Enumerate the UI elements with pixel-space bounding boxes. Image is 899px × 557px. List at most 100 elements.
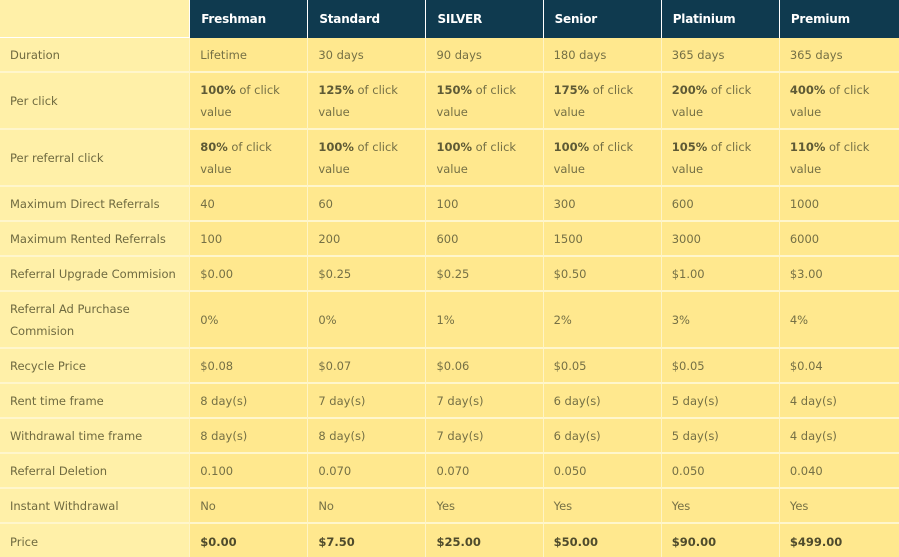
table-cell: 4% [779, 292, 899, 349]
row-label: Duration [0, 38, 191, 73]
row-label: Withdrawal time frame [0, 419, 191, 454]
table-cell: 125% of click value [308, 73, 427, 130]
row-label: Per referral click [0, 130, 191, 187]
table-cell: $0.07 [308, 349, 427, 384]
row-label: Rent time frame [0, 384, 191, 419]
plan-header-platinium: Platinium [661, 0, 780, 38]
table-cell: 180 days [543, 38, 662, 73]
percent-value: 105% [671, 139, 708, 154]
table-cell: 3000 [661, 222, 780, 257]
table-cell: $0.25 [426, 257, 544, 292]
table-cell: $0.50 [543, 257, 662, 292]
row-label: Referral Upgrade Commision [0, 257, 191, 292]
price-cell: $50.00 [543, 524, 662, 557]
percent-value: 110% [789, 139, 826, 154]
price-cell: $0.00 [190, 524, 309, 557]
percent-value: 175% [553, 82, 590, 97]
table-cell: $0.25 [308, 257, 427, 292]
table-cell: 0% [190, 292, 309, 349]
table-cell: 8 day(s) [190, 419, 309, 454]
percent-value: 100% [553, 139, 590, 154]
table-cell: 2% [543, 292, 662, 349]
table-row-referral-upgrade-commision: Referral Upgrade Commision $0.00 $0.25 $… [0, 257, 899, 292]
plan-header-senior: Senior [543, 0, 662, 38]
header-corner-cell [0, 0, 191, 38]
percent-value: 200% [671, 82, 708, 97]
table-row-duration: Duration Lifetime 30 days 90 days 180 da… [0, 38, 899, 73]
table-cell: $1.00 [661, 257, 780, 292]
table-cell: Yes [543, 489, 662, 524]
membership-comparison-table: Freshman Standard SILVER Senior Platiniu… [0, 0, 899, 557]
table-cell: No [308, 489, 427, 524]
table-cell: 80% of click value [190, 130, 309, 187]
row-label: Recycle Price [0, 349, 191, 384]
price-cell: $499.00 [779, 524, 899, 557]
table-cell: 1% [426, 292, 544, 349]
table-cell: 100 [190, 222, 309, 257]
table-cell: 105% of click value [661, 130, 780, 187]
table-cell: 60 [308, 187, 427, 222]
table-cell: 150% of click value [426, 73, 544, 130]
table-row-withdrawal-time-frame: Withdrawal time frame 8 day(s) 8 day(s) … [0, 419, 899, 454]
table-cell: 4 day(s) [779, 384, 899, 419]
table-cell: 90 days [426, 38, 544, 73]
table-cell: 100% of click value [190, 73, 309, 130]
table-cell: 5 day(s) [661, 419, 780, 454]
row-label: Instant Withdrawal [0, 489, 191, 524]
table-cell: Yes [779, 489, 899, 524]
price-cell: $7.50 [308, 524, 427, 557]
table-row-referral-deletion: Referral Deletion 0.100 0.070 0.070 0.05… [0, 454, 899, 489]
price-cell: $90.00 [661, 524, 780, 557]
table-cell: 600 [661, 187, 780, 222]
percent-value: 125% [318, 82, 354, 97]
table-cell: 400% of click value [779, 73, 899, 130]
table-cell: $0.00 [190, 257, 309, 292]
plan-header-premium: Premium [779, 0, 899, 38]
table-cell: 100 [426, 187, 544, 222]
table-cell: 6000 [779, 222, 899, 257]
table-cell: $0.05 [543, 349, 662, 384]
table-cell: 0% [308, 292, 427, 349]
table-cell: 30 days [308, 38, 427, 73]
table-cell: 4 day(s) [779, 419, 899, 454]
plan-header-standard: Standard [308, 0, 427, 38]
table-cell: 0.100 [190, 454, 309, 489]
table-cell: $0.05 [661, 349, 780, 384]
row-label: Per click [0, 73, 191, 130]
table-cell: $0.04 [779, 349, 899, 384]
table-row-recycle-price: Recycle Price $0.08 $0.07 $0.06 $0.05 $0… [0, 349, 899, 384]
table-cell: 365 days [779, 38, 899, 73]
table-cell: 0.040 [779, 454, 899, 489]
percent-value: 400% [789, 82, 826, 97]
row-label: Maximum Rented Referrals [0, 222, 191, 257]
table-row-rent-time-frame: Rent time frame 8 day(s) 7 day(s) 7 day(… [0, 384, 899, 419]
table-cell: No [190, 489, 309, 524]
table-cell: 7 day(s) [426, 419, 544, 454]
percent-value: 100% [200, 82, 236, 97]
table-cell: Yes [661, 489, 780, 524]
table-row-per-referral-click: Per referral click 80% of click value 10… [0, 130, 899, 187]
row-label: Referral Ad Purchase Commision [0, 292, 191, 349]
table-cell: 6 day(s) [543, 419, 662, 454]
table-cell: 7 day(s) [308, 384, 427, 419]
plan-header-freshman: Freshman [190, 0, 309, 38]
table-cell: 200% of click value [661, 73, 780, 130]
table-cell: 100% of click value [308, 130, 427, 187]
table-row-referral-ad-purchase-commision: Referral Ad Purchase Commision 0% 0% 1% … [0, 292, 899, 349]
table-cell: 3% [661, 292, 780, 349]
table-row-max-rented-referrals: Maximum Rented Referrals 100 200 600 150… [0, 222, 899, 257]
table-cell: Yes [426, 489, 544, 524]
table-row-price: Price $0.00 $7.50 $25.00 $50.00 $90.00 $… [0, 524, 899, 557]
table-cell: 5 day(s) [661, 384, 780, 419]
table-cell: Lifetime [190, 38, 309, 73]
table-cell: 8 day(s) [308, 419, 427, 454]
percent-value: 100% [318, 139, 354, 154]
table-cell: 7 day(s) [426, 384, 544, 419]
table-cell: 0.070 [308, 454, 427, 489]
percent-value: 80% [200, 139, 228, 154]
table-cell: 0.050 [661, 454, 780, 489]
table-cell: 6 day(s) [543, 384, 662, 419]
plan-header-silver: SILVER [426, 0, 544, 38]
table-cell: $0.06 [426, 349, 544, 384]
table-cell: 300 [543, 187, 662, 222]
